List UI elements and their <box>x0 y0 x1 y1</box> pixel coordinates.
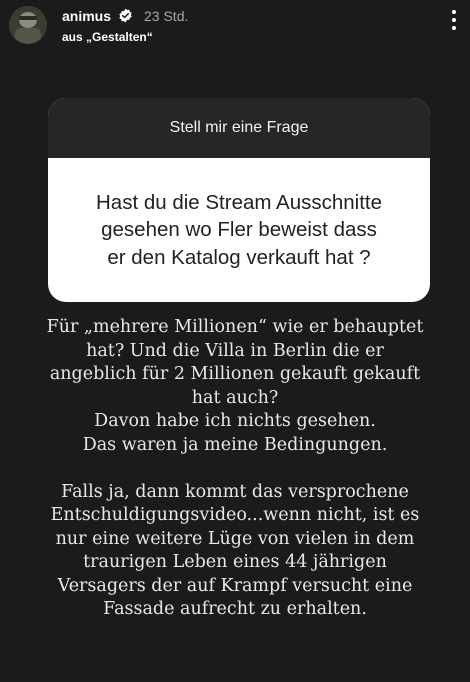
story-header: animus 23 Std. aus „Gestalten“ <box>0 0 470 50</box>
question-sticker-body: Hast du die Stream Ausschnitte gesehen w… <box>48 158 430 302</box>
highlight-source-label[interactable]: aus „Gestalten“ <box>62 30 153 44</box>
more-dot-icon <box>452 26 456 30</box>
question-text: Hast du die Stream Ausschnitte gesehen w… <box>95 190 382 269</box>
question-sticker-title: Stell mir eine Frage <box>48 98 430 158</box>
answer-text: Für „mehrere Millionen“ wie er behauptet… <box>46 317 424 619</box>
more-options-icon[interactable] <box>446 8 462 34</box>
profile-avatar[interactable] <box>9 6 47 44</box>
username[interactable]: animus <box>62 8 111 24</box>
post-time: 23 Std. <box>144 8 189 24</box>
verified-badge-icon <box>119 8 132 23</box>
question-sticker[interactable]: Stell mir eine Frage Hast du die Stream … <box>48 98 430 302</box>
more-dot-icon <box>452 18 456 22</box>
more-dot-icon <box>452 10 456 14</box>
avatar-image <box>9 6 47 44</box>
